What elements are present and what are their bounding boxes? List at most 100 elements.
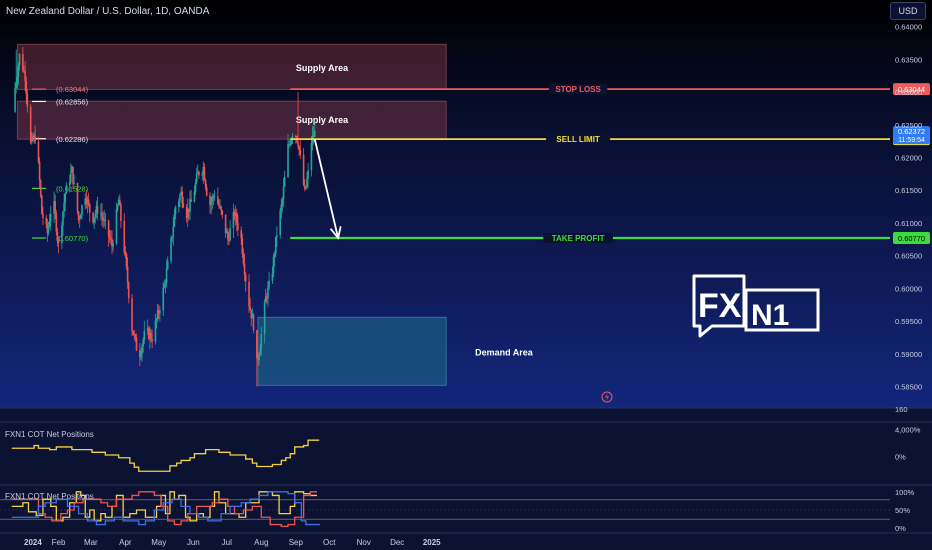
candle-down: [252, 314, 255, 331]
candle-up: [115, 209, 118, 244]
time-axis-label: May: [151, 538, 166, 547]
cot-indicator-2-label[interactable]: FXN1 COT Net Positions: [5, 492, 94, 501]
candle-down: [107, 220, 110, 237]
candle-up: [258, 355, 260, 361]
candle-up: [283, 176, 286, 187]
candle-up: [159, 310, 161, 314]
candle-down: [220, 206, 222, 211]
fib-level-label: (0.63044): [56, 85, 89, 94]
candle-up: [140, 353, 142, 358]
candle-down: [56, 231, 59, 240]
candle-up: [64, 193, 67, 203]
candle-down: [88, 204, 91, 213]
cot-pane-2-axis-tick: 0%: [895, 524, 906, 533]
candle-up: [179, 195, 181, 201]
price-axis-tick: 0.63000: [895, 88, 922, 97]
candle-down: [298, 145, 300, 150]
time-axis-label: 2025: [423, 538, 441, 547]
time-axis-label: Jul: [222, 538, 232, 547]
candle-up: [173, 214, 176, 227]
candle-up: [172, 226, 175, 238]
price-chart[interactable]: Supply Area Supply Area Demand Area (0.6304…: [0, 0, 932, 550]
price-axis-tick: 0.60000: [895, 284, 922, 293]
candle-down: [221, 210, 224, 215]
candle-up: [260, 334, 263, 349]
candle-down: [237, 222, 239, 231]
candle-up: [61, 225, 63, 244]
candle-down: [25, 80, 28, 94]
volume-axis-label: 160: [895, 405, 908, 414]
candle-up: [164, 282, 167, 284]
candle-up: [143, 330, 146, 340]
fib-level-label: (0.60770): [56, 234, 89, 243]
candle-down: [203, 166, 206, 181]
candle-down: [241, 238, 244, 254]
candle-down: [244, 274, 247, 282]
cot-indicator-1-label[interactable]: FXN1 COT Net Positions: [5, 430, 94, 439]
candle-down: [135, 337, 138, 351]
candle-up: [62, 211, 64, 226]
candle-down: [54, 201, 56, 214]
candle-up: [112, 243, 114, 247]
level-label-sell: SELL LIMIT: [556, 135, 600, 144]
candle-down: [249, 306, 251, 310]
candle-up: [259, 348, 261, 356]
demand-zone[interactable]: [257, 316, 447, 386]
candle-down: [132, 330, 134, 335]
candle-down: [34, 135, 36, 142]
price-axis-tick: 0.60500: [895, 252, 922, 261]
candle-down: [87, 199, 90, 205]
candle-down: [299, 149, 302, 155]
candle-down: [131, 298, 133, 331]
candle-up: [154, 321, 157, 342]
candle-down: [24, 71, 26, 81]
candle-up: [174, 207, 177, 215]
candle-down: [125, 254, 128, 267]
bar-countdown-text: 11:59:54: [898, 137, 925, 144]
time-axis-label: Mar: [84, 538, 98, 547]
candle-down: [123, 220, 126, 253]
candle-down: [42, 213, 44, 219]
supply-zone[interactable]: [16, 100, 447, 140]
candle-up: [65, 185, 68, 194]
candle-up: [263, 302, 266, 335]
fib-level-label: (0.62856): [56, 97, 89, 106]
time-axis-label: Sep: [289, 538, 304, 547]
candle-down: [204, 180, 207, 188]
time-axis-label: Jun: [187, 538, 200, 547]
cot-pane-1-axis-tick: 4,000%: [895, 425, 921, 434]
candle-up: [73, 183, 75, 185]
supply-zone[interactable]: [16, 43, 447, 90]
candle-down: [37, 141, 40, 162]
candle-down: [181, 191, 183, 204]
candle-down: [224, 214, 227, 234]
price-axis-tick: 0.64000: [895, 23, 922, 32]
candle-down: [96, 206, 99, 214]
candle-down: [124, 252, 127, 255]
candle-up: [116, 205, 119, 210]
supply-area-label: Supply Area: [296, 63, 349, 73]
candle-up: [47, 226, 50, 233]
candle-up: [93, 217, 95, 223]
candle-down: [198, 171, 200, 176]
candle-up: [171, 237, 173, 239]
cot-pane-2-axis-tick: 100%: [895, 488, 915, 497]
time-axis-label: Aug: [254, 538, 268, 547]
candle-down: [217, 196, 219, 204]
candle-up: [155, 319, 158, 322]
candle-up: [16, 76, 19, 83]
candle-up: [63, 202, 65, 212]
candle-down: [182, 203, 185, 208]
candle-up: [267, 287, 269, 299]
candle-down: [256, 330, 258, 358]
candle-down: [45, 218, 48, 224]
cot-pane-1-axis-tick: 0%: [895, 452, 906, 461]
level-price-tag-text: 0.60770: [898, 234, 925, 243]
candle-up: [289, 143, 292, 145]
candle-down: [76, 183, 79, 212]
currency-button[interactable]: USD: [890, 2, 926, 20]
level-label-tp: TAKE PROFIT: [552, 234, 605, 243]
candle-up: [142, 339, 144, 346]
time-axis-label: Apr: [119, 538, 132, 547]
candle-up: [287, 144, 289, 177]
